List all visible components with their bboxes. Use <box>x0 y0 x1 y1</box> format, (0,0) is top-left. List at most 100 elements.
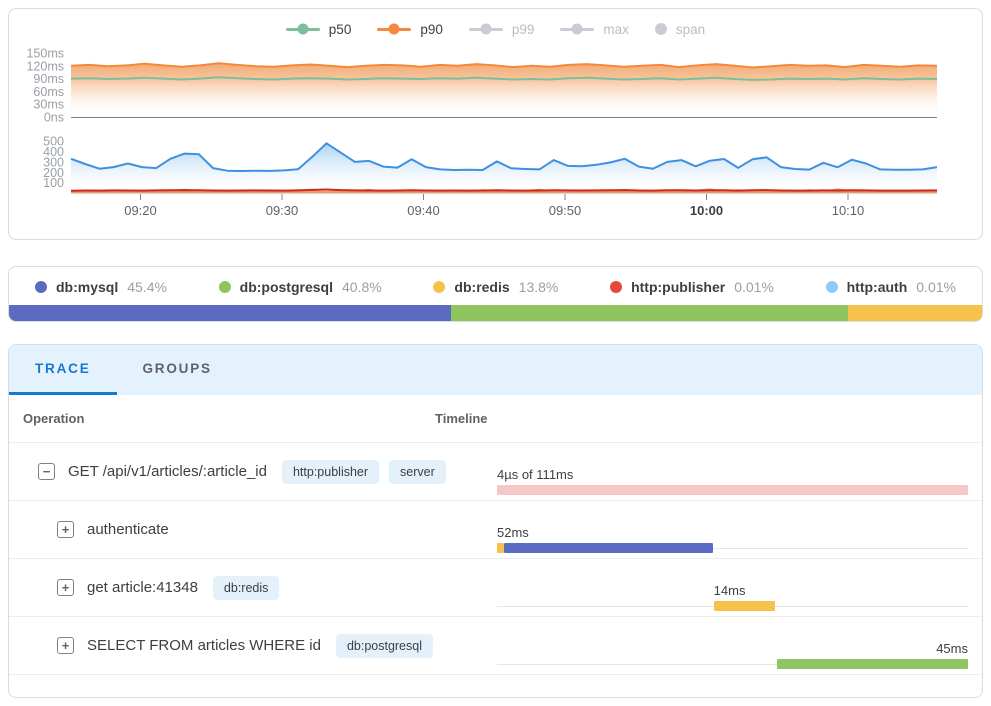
operation-cell: −GET /api/v1/articles/:article_id http:pu… <box>9 460 497 484</box>
svg-text:09:30: 09:30 <box>266 203 299 218</box>
breakdown-value: 45.4% <box>127 279 167 295</box>
legend-label-span: span <box>676 22 705 37</box>
breakdown-dot-http-auth <box>826 281 838 293</box>
legend-label-p99: p99 <box>512 22 535 37</box>
legend-marker-p50 <box>286 28 320 31</box>
legend-label-max: max <box>603 22 629 37</box>
legend-marker-p90 <box>377 28 411 31</box>
timeline-bar[interactable] <box>497 485 968 495</box>
operation-label: SELECT FROM articles WHERE id <box>87 637 321 654</box>
breakdown-label: http:publisher <box>631 279 725 295</box>
breakdown-bar-segment <box>848 305 982 321</box>
service-breakdown-panel: db:mysql 45.4% db:postgresql 40.8% db:redis1… <box>8 266 983 322</box>
legend-marker-max <box>560 28 594 31</box>
operation-tags: db:redis <box>213 576 279 600</box>
tab-groups[interactable]: GROUPS <box>117 345 238 395</box>
breakdown-value: 0.01% <box>734 279 774 295</box>
svg-text:09:40: 09:40 <box>407 203 440 218</box>
breakdown-label: db:mysql <box>56 279 118 295</box>
timeline-bar[interactable] <box>777 659 968 669</box>
operation-tags: db:postgresql <box>336 634 433 658</box>
breakdown-stacked-bar <box>9 305 982 321</box>
latency-requests-charts: 150ms120ms90ms60ms30ms0ns500400300200100… <box>9 43 982 239</box>
breakdown-dot-db-redis <box>433 281 445 293</box>
legend-item-span[interactable]: span <box>655 22 705 37</box>
requests-errors-line <box>71 190 937 191</box>
tag-chip-db-postgresql: db:postgresql <box>336 634 433 658</box>
breakdown-item-db-mysql[interactable]: db:mysql 45.4% <box>35 279 167 295</box>
timeline-cell: 52ms <box>497 501 968 558</box>
operation-label: authenticate <box>87 521 169 538</box>
operation-cell: + get article:41348 db:redis <box>9 576 497 600</box>
chart-legend: p50 p90 p99 max span <box>9 9 982 43</box>
operation-tags: http:publisher server <box>282 460 446 484</box>
breakdown-bar-segment <box>9 305 451 321</box>
svg-text:100: 100 <box>43 176 64 190</box>
timeline-cell: 4µs of 111ms <box>497 443 968 500</box>
breakdown-item-db-redis[interactable]: db:redis13.8% <box>433 279 558 295</box>
legend-item-p50[interactable]: p50 <box>286 22 352 37</box>
legend-label-p90: p90 <box>420 22 443 37</box>
legend-dot-max <box>572 24 583 35</box>
breakdown-bar-segment <box>451 305 848 321</box>
trace-panel: TRACEGROUPS Operation Timeline −GET /api… <box>8 344 983 698</box>
requests-hits-area <box>71 143 937 193</box>
timeline-duration-label: 4µs of 111ms <box>497 467 573 482</box>
collapse-icon[interactable]: − <box>38 463 55 480</box>
latency-p90-area <box>71 63 937 117</box>
tab-trace[interactable]: TRACE <box>9 345 117 395</box>
tag-chip-db-redis: db:redis <box>213 576 279 600</box>
breakdown-item-db-postgresql[interactable]: db:postgresql 40.8% <box>219 279 382 295</box>
breakdown-dot-db-postgresql <box>219 281 231 293</box>
expand-icon[interactable]: + <box>57 521 74 538</box>
trace-table-header: Operation Timeline <box>9 395 982 443</box>
legend-dot-span <box>655 23 667 35</box>
trace-row-1[interactable]: + authenticate 52ms <box>9 501 982 559</box>
timeline-duration-label: 52ms <box>497 525 529 540</box>
latency-requests-panel: p50 p90 p99 max span 150ms120ms90ms60ms30ms0… <box>8 8 983 240</box>
trace-rows: −GET /api/v1/articles/:article_id http:pu… <box>9 443 982 675</box>
timeline-bar[interactable] <box>714 601 775 611</box>
timeline-duration-label: 14ms <box>714 583 746 598</box>
legend-item-p90[interactable]: p90 <box>377 22 443 37</box>
breakdown-item-http-auth[interactable]: http:auth 0.01% <box>826 279 956 295</box>
legend-marker-p99 <box>469 28 503 31</box>
timeline-column-header: Timeline <box>435 411 982 426</box>
svg-text:09:20: 09:20 <box>124 203 157 218</box>
breakdown-value: 13.8% <box>519 279 559 295</box>
expand-icon[interactable]: + <box>57 579 74 596</box>
operation-cell: + SELECT FROM articles WHERE id db:postgre… <box>9 634 497 658</box>
breakdown-value: 40.8% <box>342 279 382 295</box>
timeline-cell: 14ms <box>497 559 968 616</box>
timeline-bar[interactable] <box>504 543 714 553</box>
legend-item-max[interactable]: max <box>560 22 629 37</box>
timeline-cell: 45ms <box>497 617 968 674</box>
legend-item-p99[interactable]: p99 <box>469 22 535 37</box>
breakdown-dot-db-mysql <box>35 281 47 293</box>
breakdown-label: http:auth <box>847 279 908 295</box>
expand-icon[interactable]: + <box>57 637 74 654</box>
trace-row-0[interactable]: −GET /api/v1/articles/:article_id http:pu… <box>9 443 982 501</box>
operation-label: GET /api/v1/articles/:article_id <box>68 463 267 480</box>
breakdown-dot-http-publisher <box>610 281 622 293</box>
tag-chip-http-publisher: http:publisher <box>282 460 379 484</box>
breakdown-label: db:postgresql <box>240 279 333 295</box>
trace-tabbar: TRACEGROUPS <box>9 345 982 395</box>
operation-label: get article:41348 <box>87 579 198 596</box>
legend-dot-p90 <box>389 24 400 35</box>
tag-chip-server: server <box>389 460 446 484</box>
breakdown-item-http-publisher[interactable]: http:publisher 0.01% <box>610 279 774 295</box>
svg-text:0ns: 0ns <box>44 111 64 125</box>
trace-row-2[interactable]: + get article:41348 db:redis 14ms <box>9 559 982 617</box>
legend-dot-p99 <box>480 24 491 35</box>
timeline-bar[interactable] <box>497 543 504 553</box>
operation-column-header: Operation <box>23 411 435 426</box>
legend-dot-p50 <box>297 24 308 35</box>
svg-text:10:00: 10:00 <box>690 203 723 218</box>
legend-label-p50: p50 <box>329 22 352 37</box>
svg-text:10:10: 10:10 <box>832 203 865 218</box>
breakdown-value: 0.01% <box>916 279 956 295</box>
operation-cell: + authenticate <box>9 521 497 538</box>
trace-row-3[interactable]: + SELECT FROM articles WHERE id db:postgre… <box>9 617 982 675</box>
breakdown-legend: db:mysql 45.4% db:postgresql 40.8% db:redis1… <box>9 267 982 307</box>
